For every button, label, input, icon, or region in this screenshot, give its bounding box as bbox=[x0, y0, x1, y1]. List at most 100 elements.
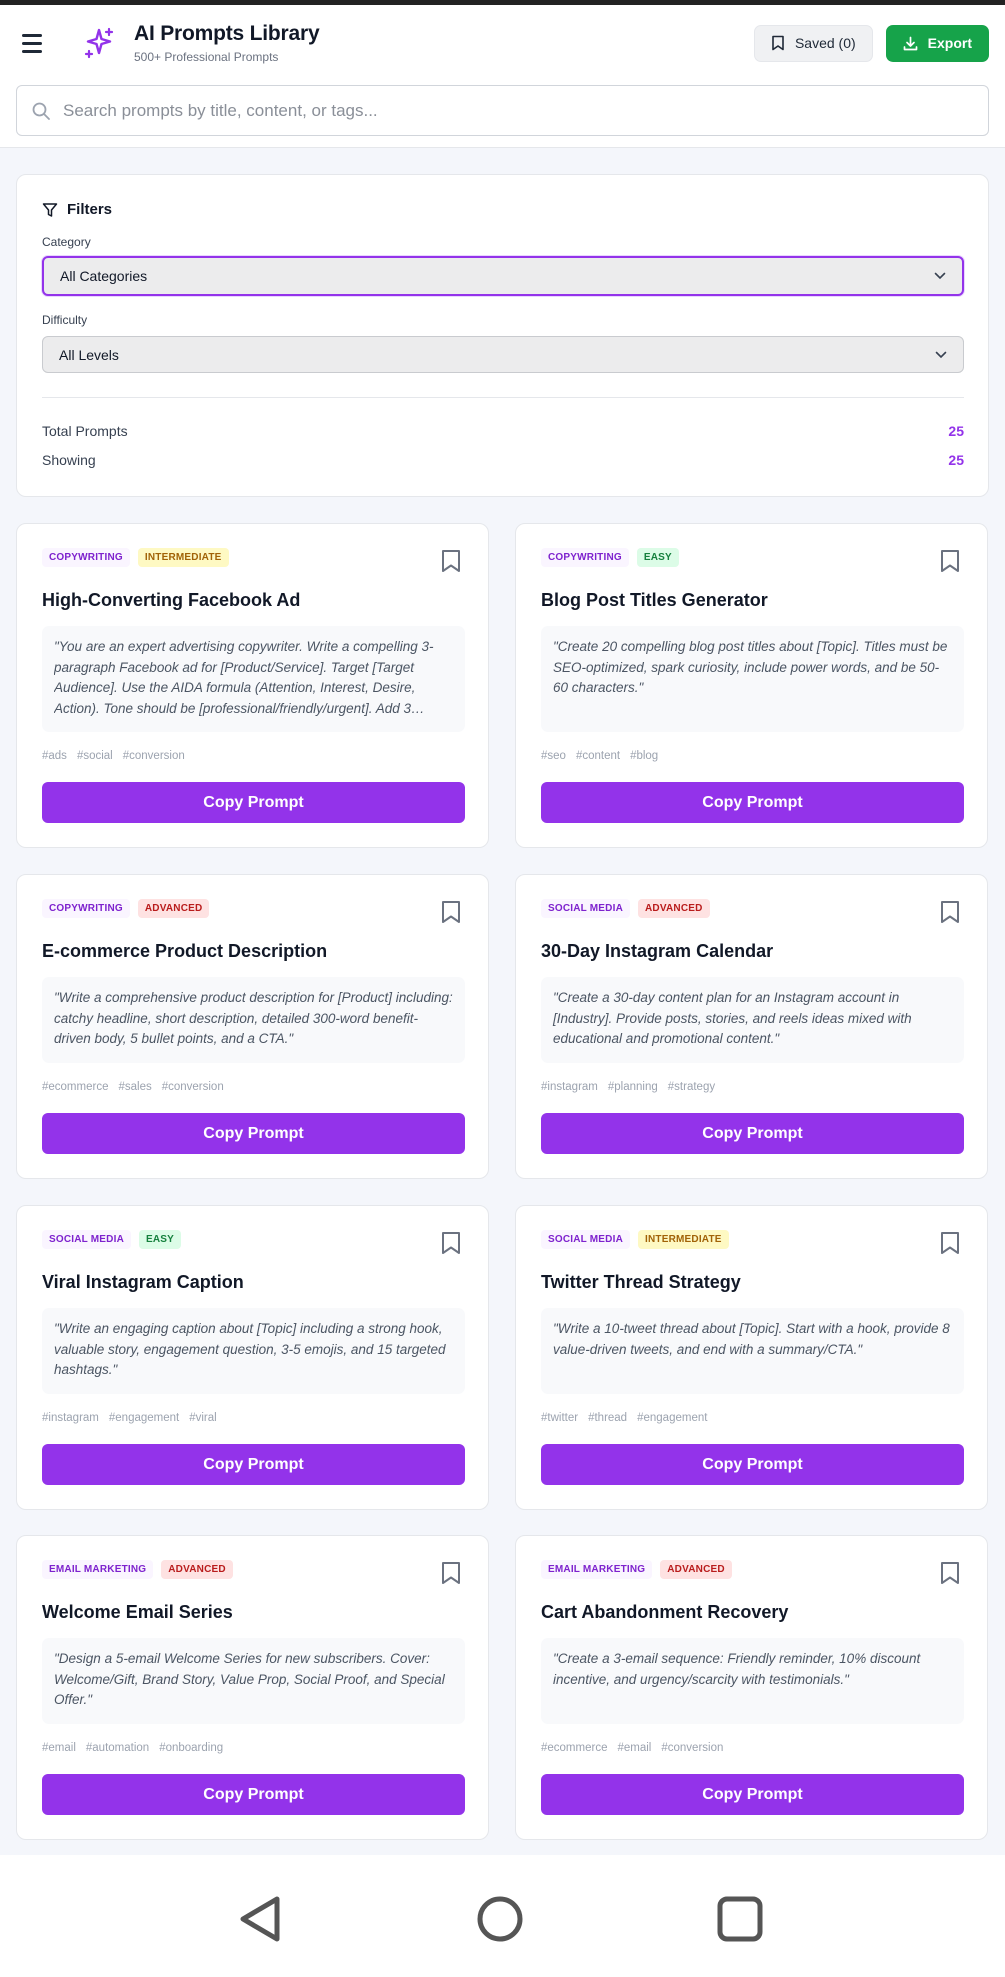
bookmark-icon[interactable] bbox=[440, 900, 462, 924]
search-input[interactable] bbox=[63, 100, 974, 121]
category-label: Category bbox=[42, 235, 91, 249]
android-nav-bar bbox=[0, 1855, 1005, 1977]
category-select[interactable]: All Categories bbox=[42, 256, 964, 296]
bookmark-icon[interactable] bbox=[440, 1561, 462, 1585]
prompt-card: COPYWRITING EASY Blog Post Titles Genera… bbox=[515, 523, 988, 848]
tag: #conversion bbox=[661, 1742, 724, 1754]
bookmark-icon[interactable] bbox=[939, 549, 961, 573]
bookmark-icon[interactable] bbox=[440, 549, 462, 573]
copy-prompt-button[interactable]: Copy Prompt bbox=[42, 782, 465, 823]
difficulty-badge: EASY bbox=[139, 1230, 182, 1249]
sparkles-icon bbox=[84, 27, 114, 59]
home-icon[interactable] bbox=[476, 1895, 524, 1943]
tag: #ecommerce bbox=[541, 1742, 608, 1754]
bookmark-icon[interactable] bbox=[939, 900, 961, 924]
tag: #planning bbox=[607, 1081, 658, 1093]
difficulty-badge: ADVANCED bbox=[137, 899, 210, 918]
tag: #blog bbox=[630, 750, 659, 762]
tag: #instagram bbox=[541, 1081, 598, 1093]
saved-label: Saved (0) bbox=[794, 35, 856, 51]
tag-list: #ads #social #conversion bbox=[42, 750, 185, 762]
difficulty-select[interactable]: All Levels bbox=[42, 336, 964, 373]
recents-icon[interactable] bbox=[716, 1895, 764, 1943]
tag: #strategy bbox=[667, 1081, 716, 1093]
chevron-down-icon bbox=[935, 351, 947, 358]
tag-list: #instagram #engagement #viral bbox=[42, 1412, 217, 1424]
chevron-down-icon bbox=[934, 272, 946, 280]
bookmark-icon[interactable] bbox=[939, 1231, 961, 1255]
showing-row: Showing 25 bbox=[42, 452, 964, 468]
copy-prompt-button[interactable]: Copy Prompt bbox=[42, 1774, 465, 1815]
prompt-text: "Design a 5-email Welcome Series for new… bbox=[42, 1638, 465, 1724]
category-badge: SOCIAL MEDIA bbox=[541, 1230, 630, 1249]
category-badge: SOCIAL MEDIA bbox=[42, 1230, 131, 1249]
filters-heading: Filters bbox=[42, 201, 112, 218]
prompt-card: SOCIAL MEDIA ADVANCED 30-Day Instagram C… bbox=[515, 874, 988, 1179]
copy-prompt-button[interactable]: Copy Prompt bbox=[541, 1113, 964, 1154]
tag-list: #instagram #planning #strategy bbox=[541, 1081, 715, 1093]
tag: #engagement bbox=[637, 1412, 708, 1424]
prompt-card: SOCIAL MEDIA EASY Viral Instagram Captio… bbox=[16, 1205, 489, 1510]
prompt-card: EMAIL MARKETING ADVANCED Cart Abandonmen… bbox=[515, 1535, 988, 1840]
copy-prompt-button[interactable]: Copy Prompt bbox=[42, 1444, 465, 1485]
search-icon bbox=[32, 102, 50, 120]
tag-list: #email #automation #onboarding bbox=[42, 1742, 223, 1754]
copy-prompt-button[interactable]: Copy Prompt bbox=[541, 782, 964, 823]
card-title: E-commerce Product Description bbox=[42, 941, 328, 961]
back-icon[interactable] bbox=[237, 1895, 285, 1943]
tag: #ads bbox=[42, 750, 67, 762]
difficulty-badge: INTERMEDIATE bbox=[137, 548, 229, 567]
tag: #thread bbox=[588, 1412, 628, 1424]
card-title: Blog Post Titles Generator bbox=[541, 590, 768, 610]
card-badges: SOCIAL MEDIA INTERMEDIATE bbox=[541, 1230, 729, 1249]
total-label: Total Prompts bbox=[42, 423, 128, 439]
export-label: Export bbox=[927, 35, 972, 51]
export-button[interactable]: Export bbox=[885, 24, 989, 62]
filters-title: Filters bbox=[67, 201, 113, 218]
menu-icon[interactable] bbox=[22, 28, 52, 58]
card-title: Twitter Thread Strategy bbox=[541, 1272, 741, 1292]
card-badges: COPYWRITING ADVANCED bbox=[42, 899, 210, 918]
app-title: AI Prompts Library bbox=[134, 22, 320, 45]
category-badge: SOCIAL MEDIA bbox=[541, 899, 630, 918]
category-badge: EMAIL MARKETING bbox=[541, 1560, 653, 1579]
card-title: Cart Abandonment Recovery bbox=[541, 1602, 789, 1622]
app-header: AI Prompts Library 500+ Professional Pro… bbox=[0, 5, 1005, 148]
tag: #email bbox=[42, 1742, 76, 1754]
app-subtitle: 500+ Professional Prompts bbox=[134, 50, 279, 64]
tag: #seo bbox=[541, 750, 566, 762]
filter-icon bbox=[42, 202, 58, 217]
copy-prompt-button[interactable]: Copy Prompt bbox=[42, 1113, 465, 1154]
copy-prompt-button[interactable]: Copy Prompt bbox=[541, 1444, 964, 1485]
tag-list: #ecommerce #email #conversion bbox=[541, 1742, 723, 1754]
difficulty-badge: INTERMEDIATE bbox=[638, 1230, 729, 1249]
prompt-text: "Create a 3-email sequence: Friendly rem… bbox=[541, 1638, 964, 1724]
difficulty-label: Difficulty bbox=[42, 313, 88, 327]
card-badges: EMAIL MARKETING ADVANCED bbox=[541, 1560, 732, 1579]
tag: #viral bbox=[189, 1412, 217, 1424]
difficulty-badge: ADVANCED bbox=[660, 1560, 732, 1579]
copy-prompt-button[interactable]: Copy Prompt bbox=[541, 1774, 964, 1815]
download-icon bbox=[903, 36, 918, 50]
card-badges: COPYWRITING EASY bbox=[541, 548, 679, 567]
saved-button[interactable]: Saved (0) bbox=[753, 24, 873, 62]
tag-list: #seo #content #blog bbox=[541, 750, 658, 762]
difficulty-badge: ADVANCED bbox=[638, 899, 710, 918]
tag-list: #twitter #thread #engagement bbox=[541, 1412, 707, 1424]
category-badge: COPYWRITING bbox=[42, 548, 130, 567]
prompt-text: "You are an expert advertising copywrite… bbox=[42, 626, 465, 732]
total-value: 25 bbox=[948, 423, 964, 439]
card-badges: SOCIAL MEDIA EASY bbox=[42, 1230, 182, 1249]
prompt-card: EMAIL MARKETING ADVANCED Welcome Email S… bbox=[16, 1535, 489, 1840]
prompt-card: COPYWRITING INTERMEDIATE High-Converting… bbox=[16, 523, 489, 848]
tag: #automation bbox=[85, 1742, 150, 1754]
bookmark-icon[interactable] bbox=[939, 1561, 961, 1585]
tag: #instagram bbox=[42, 1412, 99, 1424]
difficulty-badge: ADVANCED bbox=[161, 1560, 233, 1579]
card-badges: COPYWRITING INTERMEDIATE bbox=[42, 548, 229, 567]
category-value: All Categories bbox=[60, 268, 148, 284]
tag: #email bbox=[617, 1742, 652, 1754]
total-prompts-row: Total Prompts 25 bbox=[42, 423, 964, 439]
tag: #sales bbox=[118, 1081, 152, 1093]
bookmark-icon[interactable] bbox=[440, 1231, 462, 1255]
